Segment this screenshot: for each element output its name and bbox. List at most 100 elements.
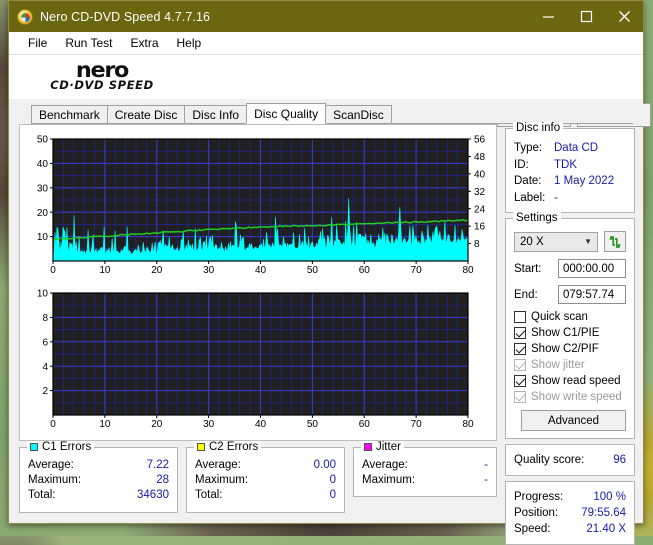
c1-errors-title: C1 Errors [42, 441, 92, 453]
disc-label-label: Label: [514, 191, 546, 204]
menu-help[interactable]: Help [168, 34, 211, 52]
settings-panel: Settings 20 X ▼ Start: 000:00.00 End: 07… [505, 212, 635, 439]
disc-type-value: Data CD [554, 142, 599, 154]
c1-maximum-label: Maximum: [28, 474, 82, 486]
svg-text:40: 40 [37, 159, 49, 170]
jitter-average-value: - [484, 459, 488, 471]
show-c1-pie-checkbox[interactable] [514, 327, 526, 339]
close-button[interactable] [605, 1, 643, 32]
svg-text:40: 40 [474, 169, 486, 180]
c2-average-value: 0.00 [313, 459, 336, 471]
jitter-average-label: Average: [362, 459, 408, 471]
c2-total-value: 0 [329, 489, 336, 501]
tab-benchmark[interactable]: Benchmark [31, 105, 108, 124]
speed-select[interactable]: 20 X ▼ [514, 231, 598, 252]
show-read-speed-label: Show read speed [531, 375, 621, 387]
tab-strip: Benchmark Create Disc Disc Info Disc Qua… [9, 103, 643, 124]
end-position-row: End: 079:57.74 [514, 285, 626, 304]
show-write-speed-label: Show write speed [531, 391, 622, 403]
show-c2-pif-label: Show C2/PIF [531, 343, 599, 355]
show-c2-pif-checkbox[interactable] [514, 343, 526, 355]
end-position-label: End: [514, 288, 538, 301]
menu-run-test[interactable]: Run Test [56, 34, 121, 52]
show-c2-pif-row[interactable]: Show C2/PIF [514, 343, 626, 355]
svg-text:70: 70 [411, 265, 423, 276]
show-jitter-row: Show jitter [514, 359, 626, 371]
svg-text:30: 30 [203, 265, 215, 276]
svg-text:8: 8 [42, 313, 48, 324]
disc-label-row: Label: - [514, 190, 626, 207]
svg-text:70: 70 [411, 419, 423, 430]
maximize-button[interactable] [567, 1, 605, 32]
c1-average-label: Average: [28, 459, 74, 471]
c1-errors-chart: 10 20 30 40 50 0 10 20 30 40 50 60 70 80 8 16 24 32 40 48 56 [37, 135, 486, 276]
c1-average-row: Average: 7.22 [28, 458, 169, 473]
menu-file[interactable]: File [19, 34, 56, 52]
c1-total-row: Total: 34630 [28, 488, 169, 503]
c2-maximum-row: Maximum: 0 [195, 473, 336, 488]
svg-text:50: 50 [37, 135, 49, 146]
disc-date-value: 1 May 2022 [554, 175, 615, 187]
quick-scan-row[interactable]: Quick scan [514, 311, 626, 323]
start-position-input[interactable]: 000:00.00 [558, 259, 626, 278]
show-read-speed-checkbox[interactable] [514, 375, 526, 387]
side-panel: Disc info Type: Data CD ID: TDK Date: 1 … [505, 122, 635, 545]
start-position-row: Start: 000:00.00 [514, 259, 626, 278]
progress-label: Progress: [514, 491, 564, 503]
logo-wordmark: nero [75, 58, 129, 82]
c2-maximum-label: Maximum: [195, 474, 249, 486]
svg-text:30: 30 [203, 419, 215, 430]
statistics-row: C1 Errors Average: 7.22 Maximum: 28 Tota… [19, 441, 497, 513]
speed-select-value: 20 X [520, 235, 544, 248]
svg-text:80: 80 [462, 419, 474, 430]
svg-text:50: 50 [307, 265, 319, 276]
disc-info-panel: Disc info Type: Data CD ID: TDK Date: 1 … [505, 122, 635, 213]
quality-score-panel: Quality score: 96 [505, 444, 635, 476]
show-c1-pie-row[interactable]: Show C1/PIE [514, 327, 626, 339]
refresh-button[interactable] [604, 231, 626, 252]
toolbar: nero CD·DVD SPEED [2:0] Optiarc DVD RW A… [9, 54, 651, 127]
minimize-button[interactable] [529, 1, 567, 32]
c2-maximum-value: 0 [329, 474, 336, 486]
jitter-title-wrap: Jitter [361, 441, 404, 453]
position-label: Position: [514, 507, 559, 519]
svg-text:56: 56 [474, 135, 486, 146]
progress-value: 100 % [593, 491, 626, 503]
disc-id-row: ID: TDK [514, 157, 626, 174]
tab-disc-info[interactable]: Disc Info [184, 105, 248, 124]
progress-panel: Progress: 100 % Position: 79:55.64 Speed… [505, 481, 635, 545]
svg-text:20: 20 [151, 265, 163, 276]
jitter-title: Jitter [376, 441, 401, 453]
c1-maximum-row: Maximum: 28 [28, 473, 169, 488]
disc-label-value: - [554, 191, 558, 204]
tab-disc-quality[interactable]: Disc Quality [246, 103, 327, 124]
show-jitter-label: Show jitter [531, 359, 585, 371]
jitter-box: Jitter Average: - Maximum: - [353, 441, 497, 497]
svg-text:10: 10 [99, 419, 111, 430]
speed-row-status: Speed: 21.40 X [514, 521, 626, 537]
menu-extra[interactable]: Extra [121, 34, 167, 52]
svg-text:8: 8 [474, 239, 480, 250]
nero-cd-dvd-speed-window: Nero CD-DVD Speed 4.7.7.16 File Run Test… [8, 0, 651, 545]
c2-errors-title-wrap: C2 Errors [194, 441, 262, 453]
svg-text:0: 0 [50, 419, 56, 430]
tab-scandisc[interactable]: ScanDisc [325, 105, 392, 124]
end-position-input[interactable]: 079:57.74 [558, 285, 626, 304]
svg-text:10: 10 [37, 289, 49, 300]
show-read-speed-row[interactable]: Show read speed [514, 375, 626, 387]
svg-text:48: 48 [474, 152, 486, 163]
jitter-legend-swatch [364, 443, 372, 451]
advanced-button[interactable]: Advanced [521, 410, 626, 431]
c2-legend-swatch [197, 443, 205, 451]
svg-text:20: 20 [151, 419, 163, 430]
start-position-label: Start: [514, 262, 542, 275]
tab-create-disc[interactable]: Create Disc [106, 105, 186, 124]
content-area: 10 20 30 40 50 0 10 20 30 40 50 60 70 80 8 16 24 32 40 48 56… [9, 122, 643, 545]
show-write-speed-checkbox [514, 391, 526, 403]
menu-bar: File Run Test Extra Help [9, 32, 643, 54]
disc-type-label: Type: [514, 142, 543, 154]
speed-label: Speed: [514, 523, 551, 535]
svg-text:16: 16 [474, 222, 486, 233]
nero-logo: nero CD·DVD SPEED [31, 60, 173, 92]
quick-scan-checkbox[interactable] [514, 311, 526, 323]
